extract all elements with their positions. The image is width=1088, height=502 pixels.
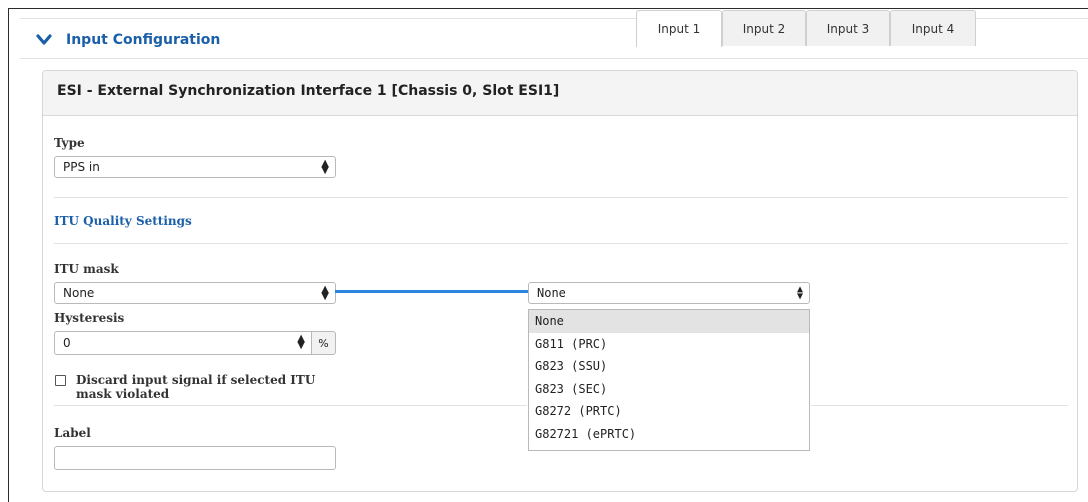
spinner-arrows-icon[interactable]: ▲ ▼ [297, 334, 305, 351]
divider [811, 405, 1068, 406]
itu-mask-select-popup[interactable]: None ▲ ▼ [528, 282, 810, 304]
divider [54, 405, 527, 406]
type-select[interactable]: PPS in ▲ ▼ [54, 156, 336, 178]
option-g8272-prtc[interactable]: G8272 (PRTC) [529, 400, 809, 423]
option-g823-ssu[interactable]: G823 (SSU) [529, 355, 809, 378]
tab-input-3[interactable]: Input 3 [806, 10, 890, 46]
select-connector-line [335, 290, 528, 293]
updown-arrows-icon: ▲ ▼ [321, 158, 329, 176]
itu-mask-options-list: None G811 (PRC) G823 (SSU) G823 (SEC) G8… [528, 309, 810, 451]
percent-unit: % [312, 331, 336, 355]
type-label: Type [54, 136, 85, 150]
label-input[interactable] [54, 446, 336, 470]
discard-label-line1: Discard input signal if selected ITU [76, 373, 316, 387]
tab-input-4[interactable]: Input 4 [890, 10, 976, 46]
itu-mask-select[interactable]: None ▲ ▼ [54, 282, 336, 304]
updown-arrows-icon: ▲ ▼ [321, 284, 329, 302]
option-g811-prc[interactable]: G811 (PRC) [529, 333, 809, 356]
option-none[interactable]: None [529, 310, 809, 333]
type-select-value: PPS in [63, 160, 100, 174]
option-g823-sec[interactable]: G823 (SEC) [529, 378, 809, 401]
section-title: Input Configuration [66, 32, 221, 48]
hysteresis-input[interactable]: 0 ▲ ▼ [54, 331, 312, 355]
option-g82721-eprtc[interactable]: G82721 (ePRTC) [529, 423, 809, 446]
itu-mask-popup-value: None [537, 286, 566, 300]
label-field-label: Label [54, 426, 91, 440]
chevron-down-icon[interactable] [36, 31, 52, 50]
tab-input-2[interactable]: Input 2 [722, 10, 806, 46]
discard-checkbox[interactable] [55, 375, 66, 386]
itu-mask-select-value: None [63, 286, 95, 300]
hysteresis-label: Hysteresis [54, 311, 125, 325]
input-configuration-header[interactable]: Input Configuration [36, 28, 220, 52]
discard-label-line2: mask violated [76, 387, 170, 401]
divider [54, 243, 1068, 244]
updown-arrows-icon: ▲ ▼ [796, 284, 803, 302]
itu-mask-label: ITU mask [54, 262, 119, 276]
hysteresis-value: 0 [63, 336, 71, 350]
itu-quality-settings-heading: ITU Quality Settings [54, 214, 192, 228]
window-top-border [8, 8, 1088, 9]
tab-input-1[interactable]: Input 1 [636, 10, 722, 47]
divider [54, 197, 1068, 198]
panel-title: ESI - External Synchronization Interface… [57, 83, 560, 99]
window-left-border [8, 8, 9, 502]
section-divider [20, 58, 1088, 59]
panel-header: ESI - External Synchronization Interface… [43, 71, 1077, 116]
